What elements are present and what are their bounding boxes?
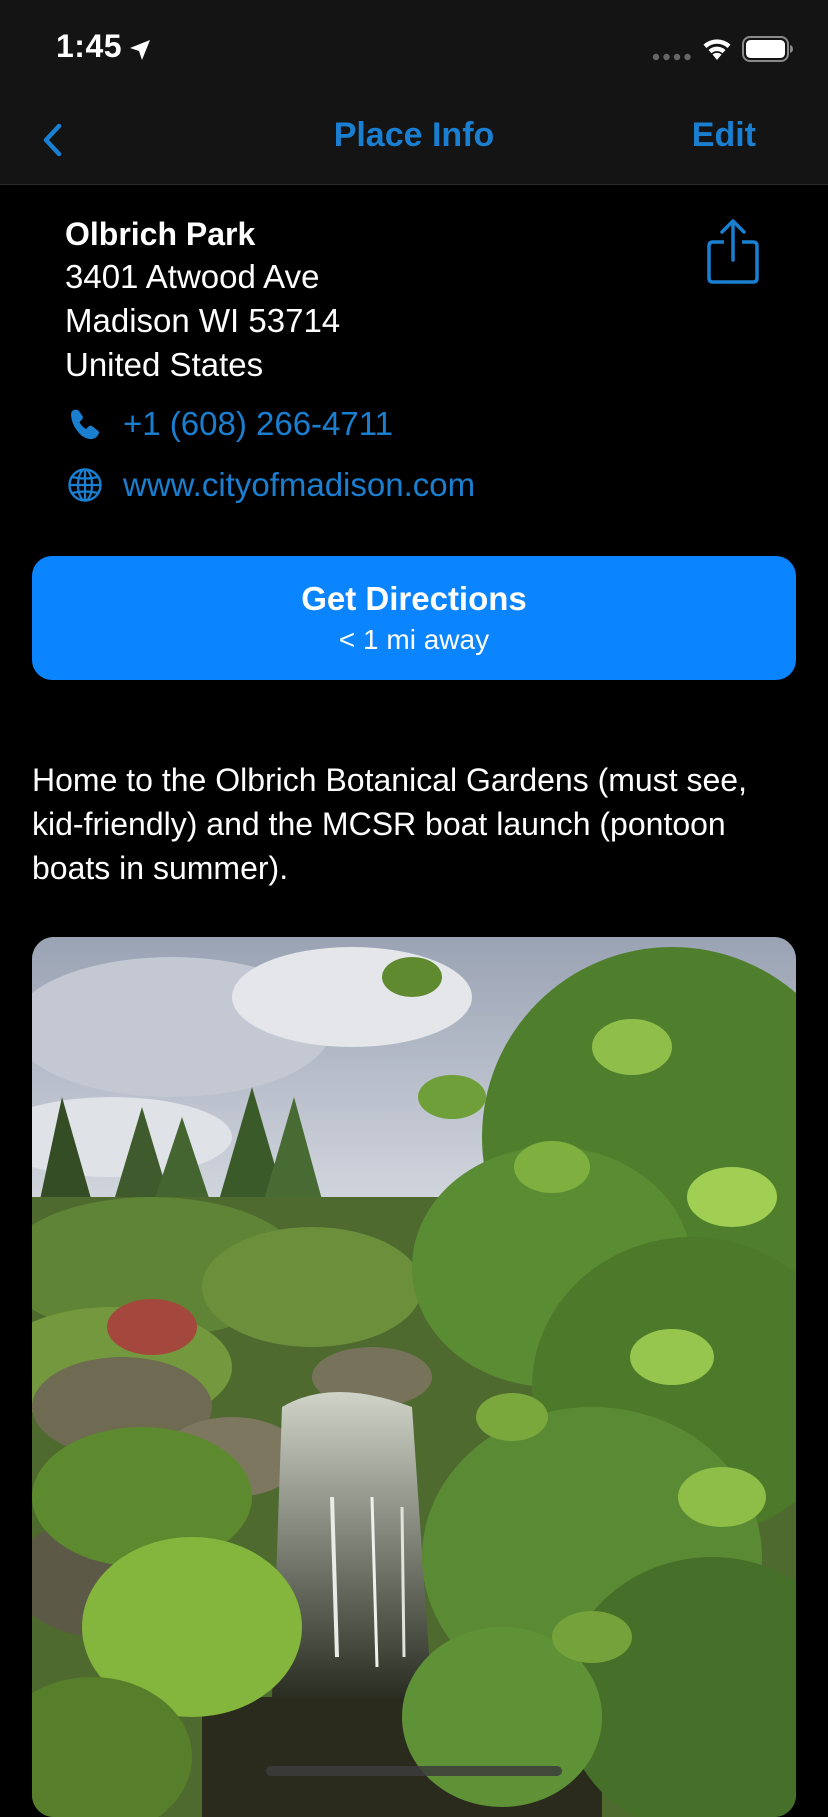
edit-button[interactable]: Edit [692, 116, 756, 155]
phone-link[interactable]: +1 (608) 266-4711 [65, 402, 393, 446]
back-button[interactable] [30, 118, 74, 162]
cellular-signal-icon [652, 53, 691, 61]
page-title: Place Info [333, 116, 495, 154]
battery-icon [742, 36, 793, 62]
wifi-icon [703, 39, 731, 60]
address-street: 3401 Atwood Ave [65, 258, 320, 295]
get-directions-button[interactable]: Get Directions < 1 mi away [32, 556, 796, 680]
place-description: Home to the Olbrich Botanical Gardens (m… [32, 762, 747, 886]
share-icon [707, 219, 759, 284]
status-bar: 1:45 [0, 0, 828, 96]
share-button[interactable] [705, 218, 761, 286]
phone-number: +1 (608) 266-4711 [123, 405, 394, 442]
distance-label: < 1 mi away [338, 624, 490, 655]
phone-icon [65, 404, 105, 444]
place-photo[interactable] [32, 937, 796, 1817]
place-name: Olbrich Park [65, 216, 256, 252]
home-indicator[interactable] [266, 1766, 562, 1776]
directions-label: Get Directions [301, 580, 527, 617]
globe-icon [65, 465, 105, 505]
navigation-bar: Place Info Edit [0, 96, 828, 185]
chevron-left-icon [43, 123, 62, 157]
address-country: United States [65, 346, 264, 383]
website-link[interactable]: www.cityofmadison.com [65, 463, 475, 507]
website-url: www.cityofmadison.com [123, 466, 476, 503]
address-city: Madison WI 53714 [65, 302, 341, 339]
status-time: 1:45 [56, 28, 123, 64]
location-arrow-icon [130, 40, 150, 60]
